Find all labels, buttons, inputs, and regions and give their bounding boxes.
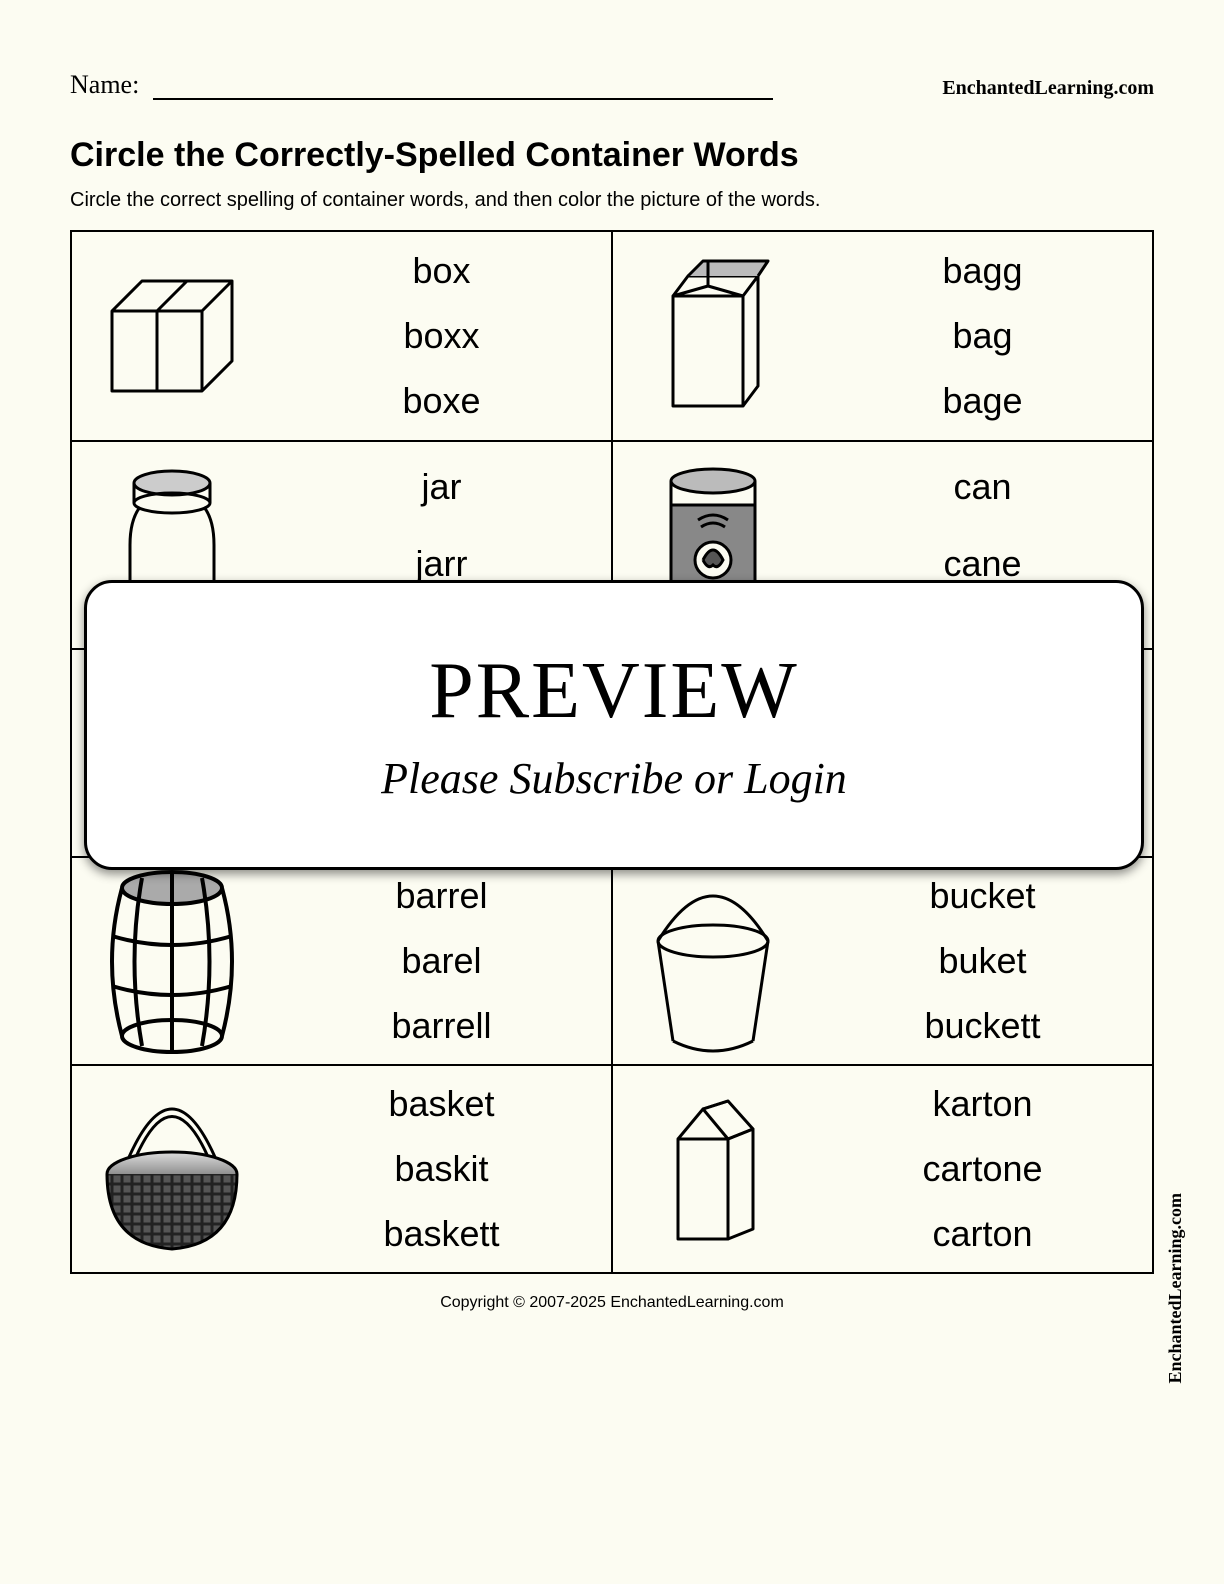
- word-options: bucket buket buckett: [813, 858, 1152, 1064]
- bucket-icon: [613, 871, 813, 1051]
- word-option[interactable]: can: [953, 468, 1011, 506]
- cell-bucket: bucket buket buckett: [611, 858, 1152, 1064]
- header-row: Name: EnchantedLearning.com: [70, 70, 1154, 100]
- word-options: box boxx boxe: [272, 232, 611, 440]
- worksheet-page: Name: EnchantedLearning.com Circle the C…: [0, 0, 1224, 1584]
- barrel-icon: [72, 866, 272, 1056]
- site-brand: EnchantedLearning.com: [942, 77, 1154, 100]
- bag-icon: [613, 256, 813, 416]
- cell-barrel: barrel barel barrell: [72, 858, 611, 1064]
- grid-row: basket baskit baskett: [72, 1064, 1152, 1272]
- copyright-footer: Copyright © 2007-2025 EnchantedLearning.…: [70, 1294, 1154, 1312]
- cell-carton: karton cartone carton: [611, 1066, 1152, 1272]
- carton-icon: [613, 1089, 813, 1249]
- word-option[interactable]: cane: [943, 545, 1021, 583]
- word-option[interactable]: bage: [942, 382, 1022, 420]
- word-option[interactable]: boxx: [403, 317, 479, 355]
- name-blank-line[interactable]: [153, 98, 773, 100]
- cell-bag: bagg bag bage: [611, 232, 1152, 440]
- overlay-title: PREVIEW: [429, 646, 799, 737]
- preview-overlay: PREVIEW Please Subscribe or Login: [84, 580, 1144, 870]
- word-option[interactable]: barel: [401, 942, 481, 980]
- page-title: Circle the Correctly-Spelled Container W…: [70, 136, 1154, 175]
- word-option[interactable]: bag: [952, 317, 1012, 355]
- word-option[interactable]: bucket: [929, 877, 1035, 915]
- word-option[interactable]: box: [412, 252, 470, 290]
- word-option[interactable]: basket: [388, 1085, 494, 1123]
- word-option[interactable]: boxe: [402, 382, 480, 420]
- overlay-subtitle: Please Subscribe or Login: [381, 753, 847, 804]
- grid-row: barrel barel barrell: [72, 856, 1152, 1064]
- word-option[interactable]: bagg: [942, 252, 1022, 290]
- word-options: barrel barel barrell: [272, 858, 611, 1064]
- cell-box: box boxx boxe: [72, 232, 611, 440]
- word-option[interactable]: buckett: [924, 1007, 1040, 1045]
- word-option[interactable]: baskit: [394, 1150, 488, 1188]
- word-option[interactable]: barrel: [395, 877, 487, 915]
- word-option[interactable]: karton: [932, 1085, 1032, 1123]
- word-options: basket baskit baskett: [272, 1066, 611, 1272]
- cell-basket: basket baskit baskett: [72, 1066, 611, 1272]
- word-option[interactable]: buket: [938, 942, 1026, 980]
- word-option[interactable]: baskett: [383, 1215, 499, 1253]
- name-label: Name:: [70, 70, 139, 99]
- word-option[interactable]: barrell: [391, 1007, 491, 1045]
- word-option[interactable]: jar: [421, 468, 461, 506]
- word-option[interactable]: cartone: [922, 1150, 1042, 1188]
- word-option[interactable]: jarr: [416, 545, 468, 583]
- word-options: bagg bag bage: [813, 232, 1152, 440]
- word-option[interactable]: carton: [932, 1215, 1032, 1253]
- word-options: karton cartone carton: [813, 1066, 1152, 1272]
- grid-row: box boxx boxe: [72, 232, 1152, 440]
- instructions: Circle the correct spelling of container…: [70, 189, 1154, 212]
- name-field: Name:: [70, 70, 773, 100]
- side-brand: EnchantedLearning.com: [1165, 1193, 1186, 1384]
- basket-icon: [72, 1079, 272, 1259]
- box-icon: [72, 271, 272, 401]
